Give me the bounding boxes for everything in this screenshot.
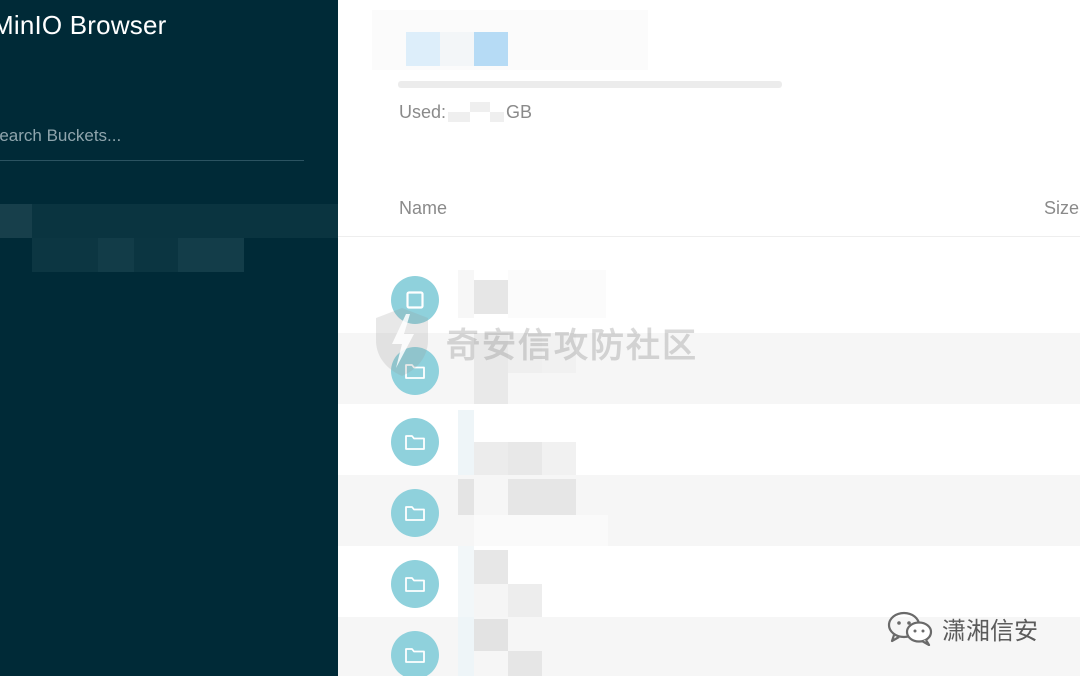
table-row[interactable] xyxy=(338,404,1080,475)
column-size-header[interactable]: Size xyxy=(1044,198,1079,219)
blurred-name xyxy=(458,270,606,318)
column-name-header[interactable]: Name xyxy=(399,198,447,219)
main-content: Used: GB Name Size xyxy=(338,0,1080,676)
blurred-name xyxy=(458,546,608,617)
blurred-name xyxy=(458,479,608,546)
file-icon[interactable] xyxy=(391,276,439,324)
folder-icon[interactable] xyxy=(391,489,439,537)
storage-usage-bar xyxy=(398,81,782,88)
table-row[interactable] xyxy=(338,262,1080,333)
bucket-list-item[interactable] xyxy=(0,204,338,274)
table-row[interactable] xyxy=(338,475,1080,546)
blurred-name xyxy=(458,617,608,676)
folder-icon[interactable] xyxy=(391,631,439,676)
table-header: Name Size xyxy=(338,188,1080,237)
table-row[interactable] xyxy=(338,333,1080,404)
storage-used: Used: GB xyxy=(399,100,532,124)
blurred-logo xyxy=(372,10,648,70)
used-unit: GB xyxy=(506,101,533,122)
folder-icon[interactable] xyxy=(391,560,439,608)
used-label: Used: xyxy=(399,101,447,122)
blurred-name xyxy=(458,410,608,475)
folder-icon[interactable] xyxy=(391,418,439,466)
used-value xyxy=(446,102,506,122)
app-title: MinIO Browser xyxy=(0,10,167,40)
bucket-search-input[interactable] xyxy=(0,120,290,152)
sidebar: MinIO Browser xyxy=(0,0,338,676)
folder-icon[interactable] xyxy=(391,347,439,395)
bucket-search xyxy=(0,116,304,161)
table-row[interactable] xyxy=(338,546,1080,617)
blurred-name xyxy=(458,333,578,404)
table-row[interactable] xyxy=(338,617,1080,676)
